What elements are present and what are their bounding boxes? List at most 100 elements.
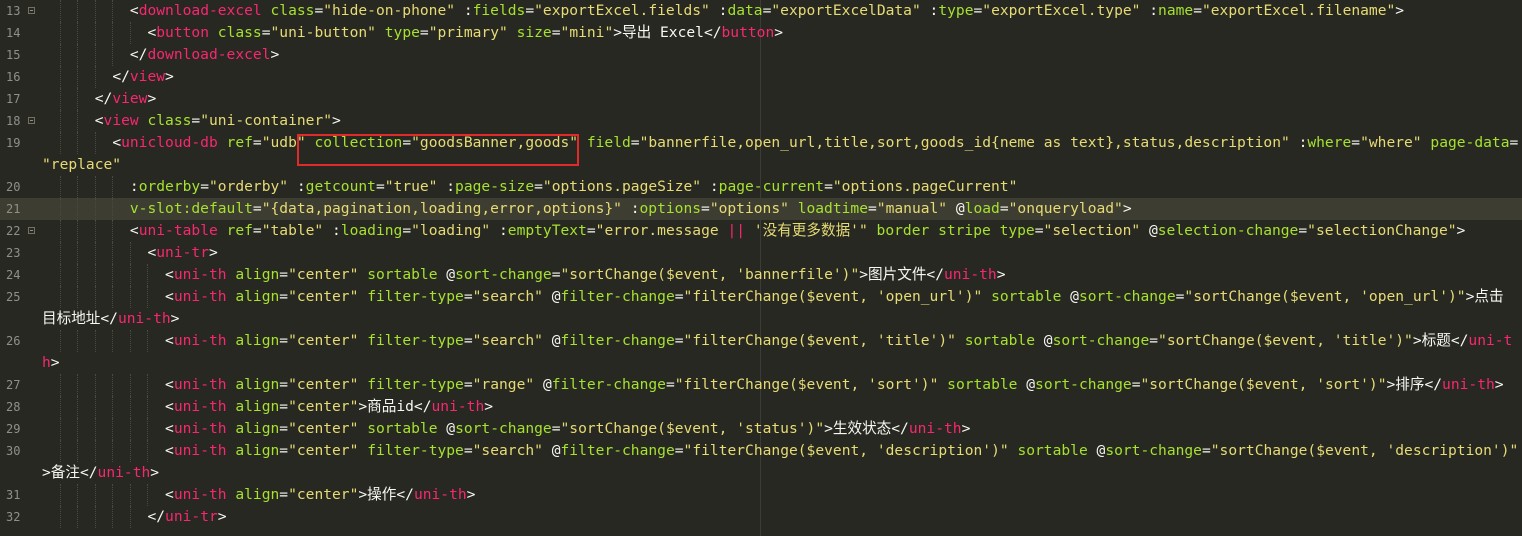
code-token: @ — [1017, 376, 1036, 393]
code-line[interactable]: 24 <uni-th align="center" sortable @sort-… — [0, 264, 1522, 286]
indent-guide — [94, 484, 96, 506]
code-line[interactable]: >备注</uni-th> — [0, 462, 1522, 484]
code-token: align — [235, 266, 280, 283]
indent-guide — [77, 484, 79, 506]
code-line[interactable]: 32 </uni-tr> — [0, 506, 1522, 528]
code-token: "loading" — [411, 222, 491, 239]
code-text: <uni-table ref="table" :loading="loading… — [130, 220, 1465, 242]
code-token: : — [490, 222, 508, 239]
code-token: "filterChange($event, 'description')" — [683, 442, 1009, 459]
indent-guide — [59, 264, 61, 286]
code-token: stripe — [938, 222, 991, 239]
code-token: = — [279, 398, 289, 415]
line-number: 18 — [6, 114, 21, 128]
code-line[interactable]: 27 <uni-th align="center" filter-type="ra… — [0, 374, 1522, 396]
code-line[interactable]: 26 <uni-th align="center" filter-type="se… — [0, 330, 1522, 352]
code-line[interactable]: 18 <view class="uni-container"> — [0, 110, 1522, 132]
code-token: </ — [129, 46, 148, 63]
code-line[interactable]: 目标地址</uni-th> — [0, 308, 1522, 330]
code-line[interactable]: 14 <button class="uni-button" type="prima… — [0, 22, 1522, 44]
code-token: uni-th — [943, 266, 997, 283]
code-token: uni-th — [117, 310, 171, 327]
code-line[interactable]: 30 <uni-th align="center" filter-type="se… — [0, 440, 1522, 462]
indent-guide — [147, 264, 149, 286]
fold-toggle-icon[interactable] — [28, 117, 35, 124]
code-text: <button class="uni-button" type="primary… — [147, 22, 783, 44]
code-token: v-slot:default — [129, 200, 253, 217]
code-token: uni-th — [908, 420, 962, 437]
code-text: <uni-th align="center">商品id</uni-th> — [165, 396, 493, 418]
indent-guide — [129, 374, 131, 396]
code-token: : — [437, 178, 456, 195]
code-token: = — [252, 200, 262, 217]
code-line[interactable]: 31 <uni-th align="center">操作</uni-th> — [0, 484, 1522, 506]
code-token: view — [103, 112, 139, 129]
code-token: uni-th — [173, 288, 227, 305]
code-token: = — [314, 2, 324, 19]
code-line[interactable]: 13 <download-excel class="hide-on-phone" … — [0, 0, 1522, 22]
code-token: sortable — [964, 332, 1036, 349]
code-token: = — [551, 420, 561, 437]
code-token: > — [170, 310, 180, 327]
code-area[interactable]: 13 <download-excel class="hide-on-phone" … — [0, 0, 1522, 528]
code-token: = — [525, 2, 535, 19]
line-number: 27 — [6, 378, 21, 392]
indent-guide — [112, 396, 114, 418]
code-text: <view class="uni-container"> — [95, 110, 341, 132]
indent-guide — [94, 22, 96, 44]
code-line[interactable]: 17 </view> — [0, 88, 1522, 110]
code-token: class — [147, 112, 192, 129]
code-line[interactable]: 22 <uni-table ref="table" :loading="loadi… — [0, 220, 1522, 242]
code-text: "replace" — [42, 154, 121, 176]
indent-guide — [129, 440, 131, 462]
code-token: "error.message — [595, 222, 728, 239]
code-token: = — [463, 332, 473, 349]
code-token: @ — [437, 266, 456, 283]
code-token: uni-th — [173, 376, 227, 393]
code-token: = — [463, 442, 473, 459]
code-token: "bannerfile,open_url,title,sort,goods_id… — [639, 134, 1290, 151]
code-token: uni-table — [138, 222, 218, 239]
indent-guide — [77, 66, 79, 88]
code-line[interactable]: 28 <uni-th align="center">商品id</uni-th> — [0, 396, 1522, 418]
code-token: align — [235, 288, 280, 305]
code-line[interactable]: 23 <uni-tr> — [0, 242, 1522, 264]
code-line[interactable]: 16 </view> — [0, 66, 1522, 88]
indent-guide — [77, 88, 79, 110]
code-editor[interactable]: 13 <download-excel class="hide-on-phone" … — [0, 0, 1522, 536]
indent-guide — [112, 374, 114, 396]
code-line[interactable]: 25 <uni-th align="center" filter-type="se… — [0, 286, 1522, 308]
code-token: = — [824, 178, 833, 195]
code-text: >备注</uni-th> — [42, 462, 159, 484]
code-line[interactable]: 29 <uni-th align="center" sortable @sort-… — [0, 418, 1522, 440]
code-token: filter-type — [367, 442, 464, 459]
code-token: : — [709, 2, 728, 19]
code-token: name — [1158, 2, 1194, 19]
indent-guide — [129, 506, 131, 528]
code-token: "{data,pagination,loading,error,options}… — [261, 200, 622, 217]
code-line[interactable]: 15 </download-excel> — [0, 44, 1522, 66]
code-token: sort-change — [1035, 376, 1132, 393]
fold-toggle-icon[interactable] — [28, 227, 35, 234]
code-token: sort-change — [1078, 288, 1176, 305]
code-line[interactable]: 21 v-slot:default="{data,pagination,loadi… — [0, 198, 1522, 220]
code-token: >商品id</ — [358, 398, 432, 415]
code-token: : — [701, 178, 719, 195]
indent-guide — [147, 330, 149, 352]
code-token: > — [150, 464, 160, 481]
code-token: = — [279, 420, 289, 437]
code-line[interactable]: 19 <unicloud-db ref="udb" collection="goo… — [0, 132, 1522, 154]
code-token: > — [147, 90, 157, 107]
code-line[interactable]: 20:orderby="orderby" :getcount="true" :p… — [0, 176, 1522, 198]
code-line[interactable]: "replace" — [0, 154, 1522, 176]
code-token: h — [42, 354, 51, 371]
code-token: emptyText — [507, 222, 587, 239]
indent-guide — [112, 242, 114, 264]
code-line[interactable]: h> — [0, 352, 1522, 374]
code-token: < — [165, 332, 174, 349]
fold-toggle-icon[interactable] — [28, 7, 35, 14]
